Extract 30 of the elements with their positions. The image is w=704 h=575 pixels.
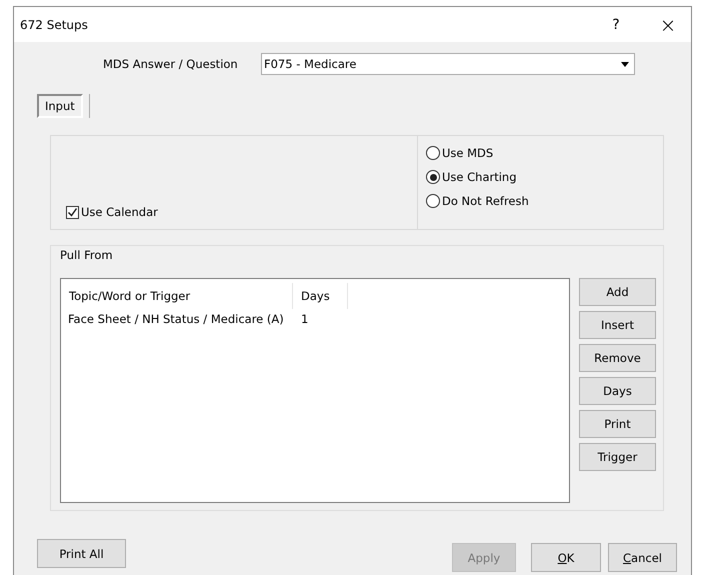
- radio-label: Use MDS: [442, 146, 494, 160]
- help-button[interactable]: ?: [601, 16, 631, 32]
- action-button[interactable]: Days: [579, 377, 656, 405]
- column-header[interactable]: Days: [293, 283, 348, 309]
- table-cell-text: Face Sheet / NH Status / Medicare (A): [68, 312, 285, 326]
- close-button[interactable]: ×: [653, 12, 683, 36]
- radio-label: Do Not Refresh: [442, 194, 529, 208]
- radio-button[interactable]: [426, 170, 440, 184]
- action-button[interactable]: Print: [579, 410, 656, 438]
- action-button[interactable]: Insert: [579, 311, 656, 339]
- tab[interactable]: Input: [37, 94, 83, 118]
- field-label: MDS Answer / Question: [103, 57, 239, 71]
- caret-icon[interactable]: [621, 62, 629, 66]
- window-title: 672 Setups: [20, 18, 89, 32]
- question-dropdown[interactable]: F075 - Medicare: [261, 53, 635, 75]
- checkbox[interactable]: [66, 206, 79, 218]
- group-title: Pull From: [60, 248, 113, 262]
- trigger-list[interactable]: Topic/Word or Trigger Days Face Sheet / NH Status / Medicare (A) 1: [60, 278, 570, 503]
- action-button[interactable]: Remove: [579, 344, 656, 372]
- dialog-button[interactable]: Cancel: [608, 543, 677, 572]
- column-header[interactable]: Topic/Word or Trigger: [68, 283, 293, 309]
- dialog-button[interactable]: Print All: [37, 539, 126, 568]
- radio-button[interactable]: [426, 146, 440, 160]
- radio-label: Use Charting: [442, 170, 517, 184]
- radio-button[interactable]: [426, 194, 440, 208]
- table-cell-text: 1: [300, 312, 310, 326]
- checkbox-label: Use Calendar: [81, 205, 158, 219]
- action-button[interactable]: Trigger: [579, 443, 656, 471]
- dialog-button[interactable]: OK: [531, 543, 601, 572]
- action-button[interactable]: Add: [579, 278, 656, 306]
